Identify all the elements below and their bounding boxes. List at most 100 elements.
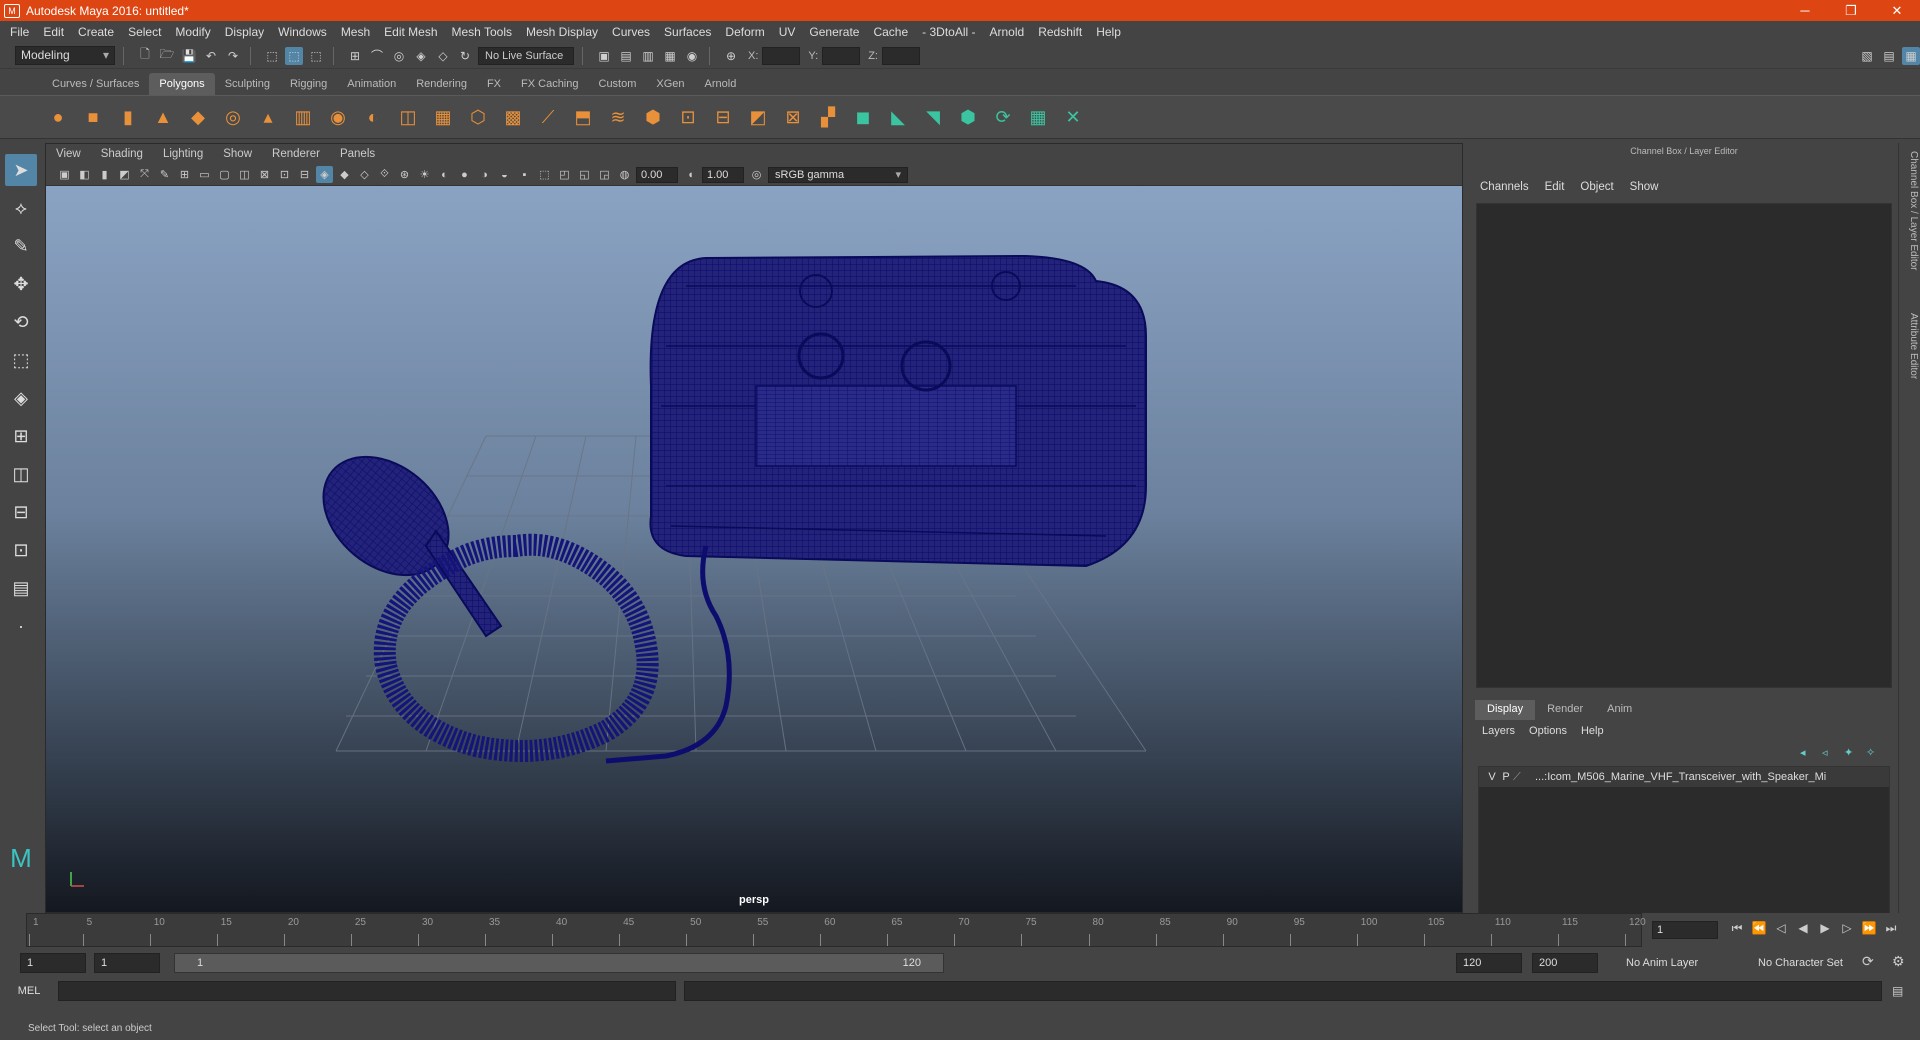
menu-surfaces[interactable]: Surfaces [664,25,711,39]
select-camera-icon[interactable]: ▣ [56,166,73,183]
new-scene-icon[interactable]: 🗋 [136,47,154,65]
exposure-field[interactable]: 0.00 [636,166,678,183]
xray-components-icon[interactable]: ◲ [596,166,613,183]
new-empty-layer-icon[interactable]: ✦ [1844,746,1862,762]
command-language-label[interactable]: MEL [0,985,58,997]
hypershade-icon[interactable]: ◉ [683,47,701,65]
animation-preferences-icon[interactable]: ⚙ [1892,953,1905,970]
attribute-editor-icon[interactable]: ▤ [1880,47,1898,65]
layer-name[interactable]: ...:Icom_M506_Marine_VHF_Transceiver_wit… [1535,771,1826,783]
layer-playback-toggle[interactable]: P [1499,771,1513,783]
four-view-layout-icon[interactable]: ⊞ [5,420,37,452]
bevel-icon[interactable]: ⟋ [534,103,562,131]
target-weld-icon[interactable]: ⊡ [674,103,702,131]
poly-torus-icon[interactable]: ◎ [219,103,247,131]
step-forward-frame-icon[interactable]: ▷ [1836,921,1858,939]
modeling-toolkit-icon[interactable]: ▧ [1858,47,1876,65]
symmetry-icon[interactable]: ✕ [1059,103,1087,131]
paint-select-mesh-icon[interactable]: ◥ [919,103,947,131]
two-d-pan-zoom-icon[interactable]: ⤧ [136,166,153,183]
lasso-tool-icon[interactable]: ⟡ [5,192,37,224]
menu-windows[interactable]: Windows [278,25,327,39]
layer-visibility-toggle[interactable]: V [1485,771,1499,783]
merge-icon[interactable]: ⬢ [639,103,667,131]
snap-view-plane-icon[interactable]: ◈ [412,47,430,65]
step-back-key-icon[interactable]: ⏪ [1748,921,1770,939]
layer-color-swatch[interactable]: ⟋ [1513,771,1535,784]
channel-box-icon[interactable]: ▦ [1902,46,1920,65]
x-field[interactable] [762,46,801,65]
gamma-icon[interactable]: ◖ [682,166,699,183]
ipr-render-icon[interactable]: ▥ [639,47,657,65]
camera-attributes-icon[interactable]: ◧ [76,166,93,183]
rotate-tool-icon[interactable]: ⟲ [5,306,37,338]
snap-grid-icon[interactable]: ⊞ [346,47,364,65]
mode-selector[interactable]: Modeling [15,46,115,65]
shelf-tab-arnold[interactable]: Arnold [695,73,747,95]
poly-sphere-icon[interactable]: ● [44,103,72,131]
side-tab-attribute-editor[interactable]: Attribute Editor [1901,313,1919,379]
anim-layer-dropdown[interactable]: No Anim Layer [1620,953,1740,973]
go-to-end-icon[interactable]: ⏭ [1880,921,1902,939]
gamma-field[interactable]: 1.00 [702,166,744,183]
smooth-icon[interactable]: ◫ [394,103,422,131]
xray-joints-icon[interactable]: ◱ [576,166,593,183]
undo-icon[interactable]: ↶ [202,47,220,65]
transform-input-icon[interactable]: ⊕ [722,47,740,65]
side-by-side-layout-icon[interactable]: ◫ [5,458,37,490]
poly-cylinder-icon[interactable]: ▮ [114,103,142,131]
perspective-view[interactable]: persp [46,186,1462,912]
shelf-tab-animation[interactable]: Animation [337,73,406,95]
menu-edit-mesh[interactable]: Edit Mesh [384,25,437,39]
menu-uv[interactable]: UV [779,25,796,39]
shelf-tab-curves-surfaces[interactable]: Curves / Surfaces [42,73,149,95]
step-forward-key-icon[interactable]: ⏩ [1858,921,1880,939]
menu-curves[interactable]: Curves [612,25,650,39]
persp-outliner-layout-icon[interactable]: ⊡ [5,534,37,566]
select-tool-icon[interactable]: ➤ [5,154,37,186]
field-chart-icon[interactable]: ⊠ [256,166,273,183]
auto-key-icon[interactable]: ⟳ [1862,953,1874,970]
append-polygon-icon[interactable]: ⬒ [569,103,597,131]
checker-icon[interactable]: ▦ [1024,103,1052,131]
single-perspective-layout-icon[interactable]: ◈ [5,382,37,414]
multi-cut-icon[interactable]: ≋ [604,103,632,131]
extrude-icon[interactable]: ⬡ [464,103,492,131]
textured-icon[interactable]: ⊛ [396,166,413,183]
separate-icon[interactable]: ◐ [359,103,387,131]
smooth-shade-icon[interactable]: ◆ [336,166,353,183]
select-by-object-icon[interactable]: ⬚ [285,46,303,65]
layer-menu-help[interactable]: Help [1581,725,1604,737]
animation-start-field[interactable]: 1 [20,953,86,973]
save-scene-icon[interactable]: 💾 [180,47,198,65]
shelf-tab-polygons[interactable]: Polygons [149,73,215,95]
menu-edit[interactable]: Edit [43,25,64,39]
motion-blur-icon[interactable]: ◑ [476,166,493,183]
soft-select-icon[interactable]: ⬢ [954,103,982,131]
minimize-button[interactable]: ─ [1782,0,1828,21]
shelf-tab-rendering[interactable]: Rendering [406,73,477,95]
uv-editor-icon[interactable]: ▞ [814,103,842,131]
play-forwards-icon[interactable]: ▶ [1814,921,1836,939]
resolution-gate-icon[interactable]: ▢ [216,166,233,183]
make-live-icon[interactable]: ↻ [456,47,474,65]
transfer-attributes-icon[interactable]: ⟳ [989,103,1017,131]
poly-prism-icon[interactable]: ▴ [254,103,282,131]
character-set-dropdown[interactable]: No Character Set [1752,953,1872,973]
layer-menu-options[interactable]: Options [1529,725,1567,737]
menu-mesh-display[interactable]: Mesh Display [526,25,598,39]
layer-row[interactable]: V P ⟋ ...:Icom_M506_Marine_VHF_Transceiv… [1479,767,1889,787]
menu-cache[interactable]: Cache [873,25,908,39]
time-ruler[interactable]: 1 5 10 15 20 25 30 35 40 45 50 55 60 65 70 75 80 85 90 95 10… [26,913,1646,947]
go-to-start-icon[interactable]: ⏮ [1726,921,1748,939]
grid-icon[interactable]: ⊞ [176,166,193,183]
multisample-aa-icon[interactable]: ◒ [496,166,513,183]
menu-select[interactable]: Select [128,25,161,39]
open-scene-icon[interactable]: 🗁 [158,47,176,65]
snap-point-icon[interactable]: ◎ [390,47,408,65]
y-field[interactable] [822,46,861,65]
menu-generate[interactable]: Generate [809,25,859,39]
live-surface-field[interactable]: No Live Surface [478,46,574,65]
shelf-tab-xgen[interactable]: XGen [646,73,694,95]
viewport-menu-view[interactable]: View [56,148,81,160]
